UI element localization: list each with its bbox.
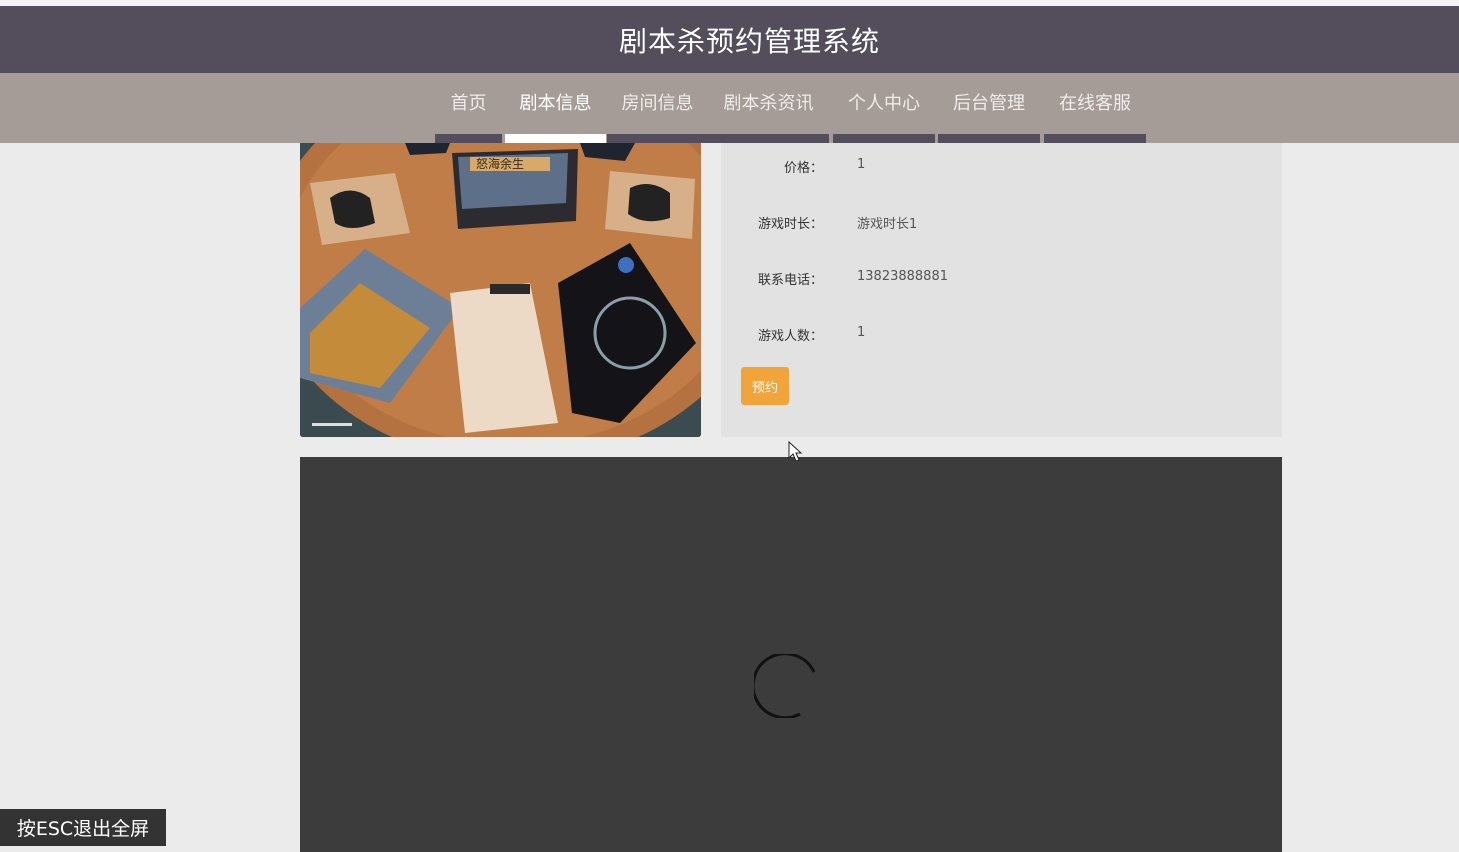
script-details-panel: 价格： 1 游戏时长： 游戏时长1 联系电话： 13823888881 游戏人数… [721, 143, 1282, 437]
nav-profile[interactable]: 个人中心 [833, 73, 935, 143]
script-photo: 怒海余生 [300, 143, 701, 437]
nav-label: 首页 [450, 93, 487, 114]
nav-underline [505, 134, 606, 143]
phone-label: 联系电话： [757, 273, 823, 288]
nav-label: 个人中心 [848, 93, 920, 114]
nav-script-info[interactable]: 剧本信息 [505, 73, 606, 143]
nav-support[interactable]: 在线客服 [1044, 73, 1146, 143]
nav-underline [833, 134, 935, 143]
duration-row: 游戏时长： 游戏时长1 [721, 213, 1282, 233]
nav-label: 房间信息 [621, 93, 694, 114]
price-row: 价格： 1 [721, 157, 1282, 177]
phone-row: 联系电话： 13823888881 [721, 269, 1282, 289]
content-area: 怒海余生 价格： 1 游戏时长： 游戏时长1 联系电话： 13823888881… [0, 143, 1459, 852]
mouse-cursor-icon [788, 441, 803, 462]
nav-home[interactable]: 首页 [435, 73, 502, 143]
book-button[interactable]: 预约 [741, 367, 789, 405]
nav-underline [435, 134, 502, 143]
price-label: 价格： [783, 161, 823, 176]
nav-room-info[interactable]: 房间信息 [607, 73, 708, 143]
nav-underline [938, 134, 1040, 143]
box-title: 怒海余生 [476, 156, 524, 171]
phone-value: 13823888881 [857, 269, 948, 284]
site-title: 剧本杀预约管理系统 [618, 24, 880, 58]
nav-label: 后台管理 [953, 93, 1025, 114]
duration-value: 游戏时长1 [857, 217, 918, 232]
nav-news[interactable]: 剧本杀资讯 [708, 73, 829, 143]
nav-underline [607, 134, 708, 143]
nav-underline [1044, 134, 1146, 143]
main-nav: 首页 剧本信息 房间信息 剧本杀资讯 个人中心 后台管理 在线客服 [0, 73, 1459, 143]
players-value: 1 [857, 325, 866, 340]
price-value: 1 [857, 157, 866, 172]
fullscreen-exit-tip: 按ESC退出全屏 [0, 809, 166, 846]
nav-label: 在线客服 [1059, 93, 1131, 114]
nav-label: 剧本信息 [519, 93, 592, 114]
nav-underline [708, 134, 829, 143]
loading-spinner-icon [754, 654, 816, 718]
site-header: 剧本杀预约管理系统 [0, 6, 1459, 73]
nav-label: 剧本杀资讯 [723, 93, 814, 114]
nav-admin[interactable]: 后台管理 [938, 73, 1040, 143]
players-row: 游戏人数： 1 [721, 325, 1282, 345]
players-label: 游戏人数： [757, 329, 823, 344]
video-player[interactable] [300, 457, 1282, 852]
table-photo-illustration: 怒海余生 [300, 143, 701, 437]
duration-label: 游戏时长： [757, 217, 823, 232]
